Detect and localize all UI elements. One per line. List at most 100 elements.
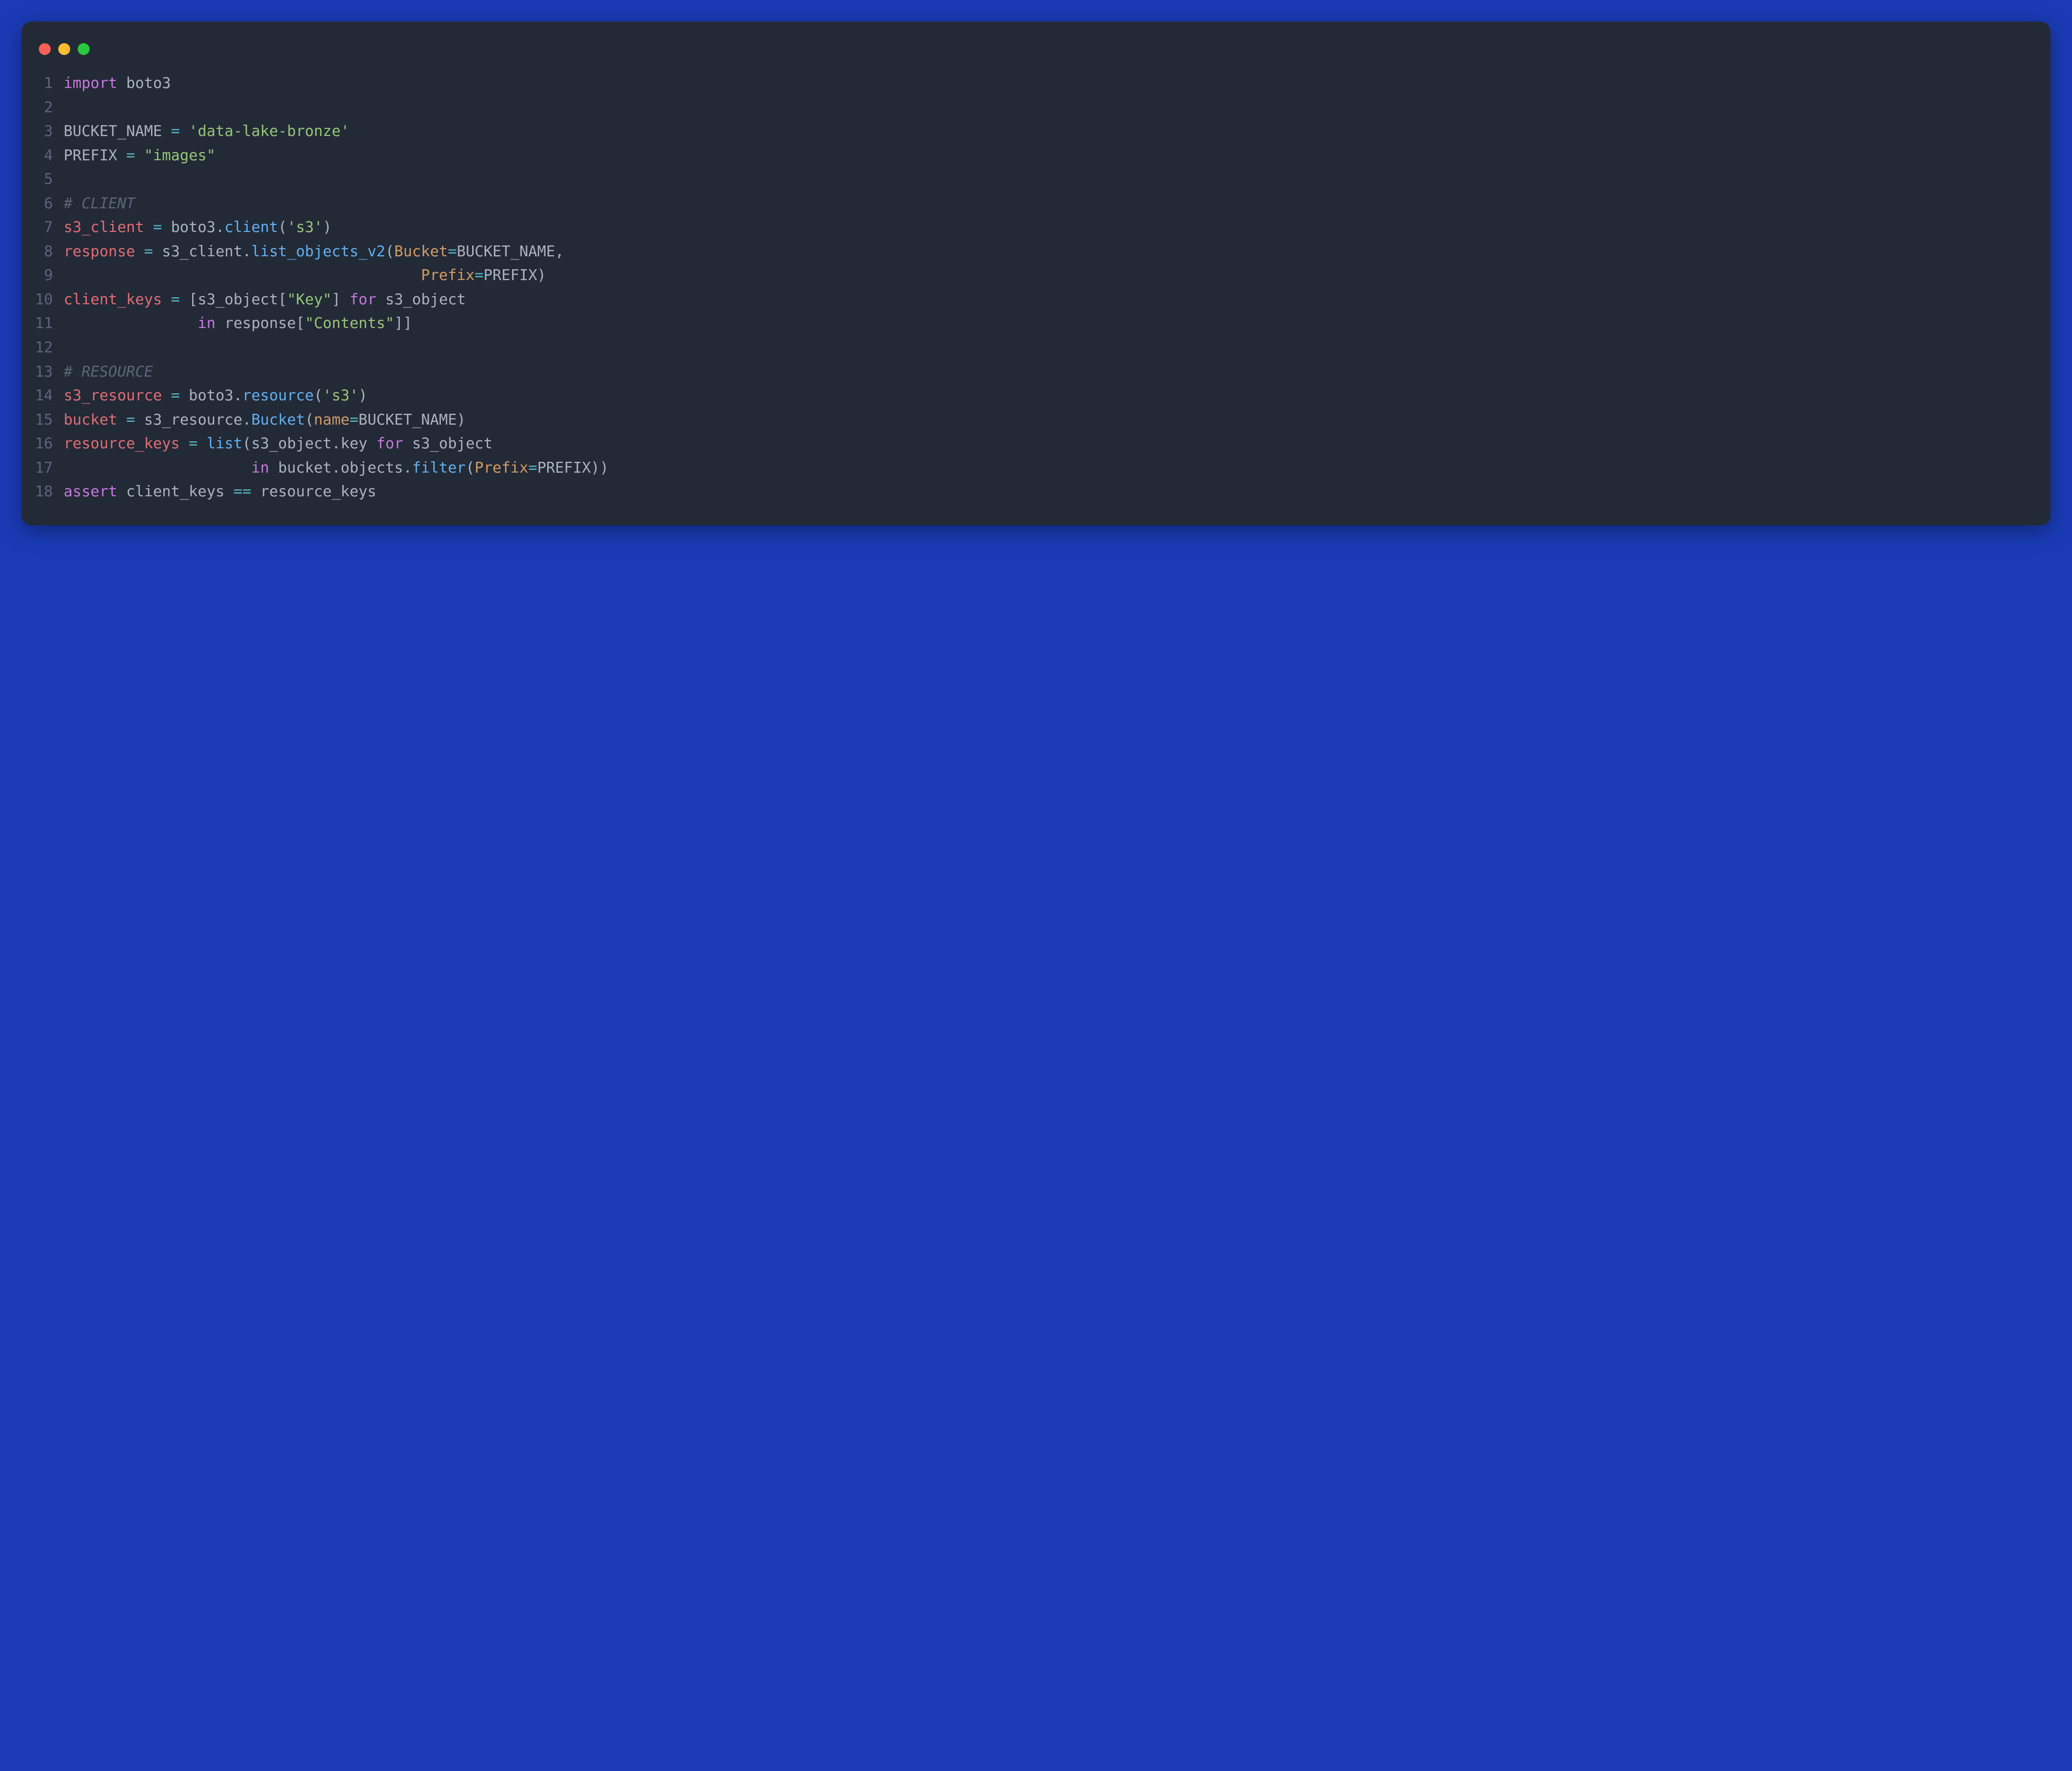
token-pun: ( xyxy=(385,243,394,260)
token-plain xyxy=(135,243,144,260)
token-pun: ( xyxy=(242,435,251,452)
token-pun: . xyxy=(242,243,251,260)
token-tealvar: s3_client xyxy=(64,218,144,236)
token-fn: resource xyxy=(242,387,313,404)
token-str: "Contents" xyxy=(305,314,394,332)
code-line: 17 in bucket.objects.filter(Prefix=PREFI… xyxy=(32,456,2040,480)
token-str: 's3' xyxy=(323,387,358,404)
line-number: 5 xyxy=(32,167,64,192)
code-source: import boto3 xyxy=(64,71,2040,95)
token-op: = xyxy=(171,291,180,308)
code-source: in response["Contents"]] xyxy=(64,311,2040,336)
code-source: s3_client = boto3.client('s3') xyxy=(64,215,2040,240)
token-str: 's3' xyxy=(287,218,323,236)
token-op: = xyxy=(171,387,180,404)
code-editor: 1import boto323BUCKET_NAME = 'data-lake-… xyxy=(22,66,2050,504)
token-plain: response xyxy=(215,314,296,332)
token-plain xyxy=(117,74,126,92)
token-fn: Bucket xyxy=(251,411,305,428)
token-plain: s3_object xyxy=(251,435,332,452)
token-arg: Bucket xyxy=(394,243,448,260)
token-plain: boto3 xyxy=(162,218,215,236)
code-source: # CLIENT xyxy=(64,192,2040,216)
token-com: # CLIENT xyxy=(64,195,135,212)
line-number: 3 xyxy=(32,119,64,143)
token-pun: , xyxy=(555,243,564,260)
token-plain: s3_resource xyxy=(135,411,242,428)
token-tealvar: s3_resource xyxy=(64,387,162,404)
token-kw: in xyxy=(197,314,215,332)
close-icon[interactable] xyxy=(39,43,51,55)
token-plain xyxy=(340,291,350,308)
code-line: 13# RESOURCE xyxy=(32,360,2040,384)
token-kw: in xyxy=(251,459,269,476)
token-plain: BUCKET_NAME xyxy=(457,243,555,260)
token-plain: s3_client xyxy=(153,243,243,260)
token-arg: Prefix xyxy=(475,459,528,476)
token-plain: bucket xyxy=(269,459,332,476)
code-line: 11 in response["Contents"]] xyxy=(32,311,2040,336)
token-pun: ) xyxy=(537,266,547,284)
line-number: 1 xyxy=(32,71,64,95)
minimize-icon[interactable] xyxy=(58,43,70,55)
code-line: 9 Prefix=PREFIX) xyxy=(32,263,2040,288)
token-pun: . xyxy=(215,218,224,236)
token-kw: assert xyxy=(64,483,117,500)
token-plain xyxy=(117,411,126,428)
code-source: # RESOURCE xyxy=(64,360,2040,384)
line-number: 7 xyxy=(32,215,64,240)
code-source: Prefix=PREFIX) xyxy=(64,263,2040,288)
code-line: 16resource_keys = list(s3_object.key for… xyxy=(32,432,2040,456)
token-plain: PREFIX xyxy=(537,459,591,476)
token-fn: client xyxy=(224,218,278,236)
token-pun: ) xyxy=(457,411,466,428)
token-pun: )) xyxy=(591,459,609,476)
code-line: 8response = s3_client.list_objects_v2(Bu… xyxy=(32,240,2040,264)
token-tealvar: client_keys xyxy=(64,291,162,308)
token-pun: ( xyxy=(305,411,314,428)
token-tealvar: response xyxy=(64,243,135,260)
line-number: 9 xyxy=(32,263,64,288)
code-line: 4PREFIX = "images" xyxy=(32,143,2040,168)
token-fn: list_objects_v2 xyxy=(251,243,385,260)
token-plain: BUCKET_NAME xyxy=(64,122,171,140)
code-source xyxy=(64,167,2040,192)
token-op: = xyxy=(475,266,484,284)
code-line: 10client_keys = [s3_object["Key"] for s3… xyxy=(32,288,2040,312)
code-line: 7s3_client = boto3.client('s3') xyxy=(32,215,2040,240)
code-line: 12 xyxy=(32,336,2040,360)
code-source: assert client_keys == resource_keys xyxy=(64,480,2040,504)
token-op: == xyxy=(234,483,251,500)
token-plain: s3_object xyxy=(197,291,278,308)
code-source: s3_resource = boto3.resource('s3') xyxy=(64,384,2040,408)
token-pun: . xyxy=(332,435,341,452)
token-com: # RESOURCE xyxy=(64,363,153,380)
line-number: 6 xyxy=(32,192,64,216)
code-line: 15bucket = s3_resource.Bucket(name=BUCKE… xyxy=(32,408,2040,432)
line-number: 18 xyxy=(32,480,64,504)
token-plain: objects xyxy=(340,459,403,476)
token-plain: BUCKET_NAME xyxy=(358,411,456,428)
token-plain xyxy=(180,122,189,140)
token-pun: ) xyxy=(358,387,367,404)
code-line: 5 xyxy=(32,167,2040,192)
token-op: = xyxy=(126,411,135,428)
code-source: resource_keys = list(s3_object.key for s… xyxy=(64,432,2040,456)
token-op: = xyxy=(153,218,162,236)
token-pun: ] xyxy=(332,291,341,308)
maximize-icon[interactable] xyxy=(78,43,90,55)
token-plain: PREFIX xyxy=(64,147,126,164)
token-op: = xyxy=(189,435,198,452)
code-line: 3BUCKET_NAME = 'data-lake-bronze' xyxy=(32,119,2040,143)
line-number: 4 xyxy=(32,143,64,168)
token-plain xyxy=(64,266,421,284)
token-op: = xyxy=(350,411,359,428)
code-source: client_keys = [s3_object["Key"] for s3_o… xyxy=(64,288,2040,312)
token-pun: [ xyxy=(278,291,287,308)
token-kw: for xyxy=(350,291,377,308)
token-op: = xyxy=(126,147,135,164)
line-number: 15 xyxy=(32,408,64,432)
line-number: 13 xyxy=(32,360,64,384)
line-number: 17 xyxy=(32,456,64,480)
token-pun: ]] xyxy=(394,314,412,332)
